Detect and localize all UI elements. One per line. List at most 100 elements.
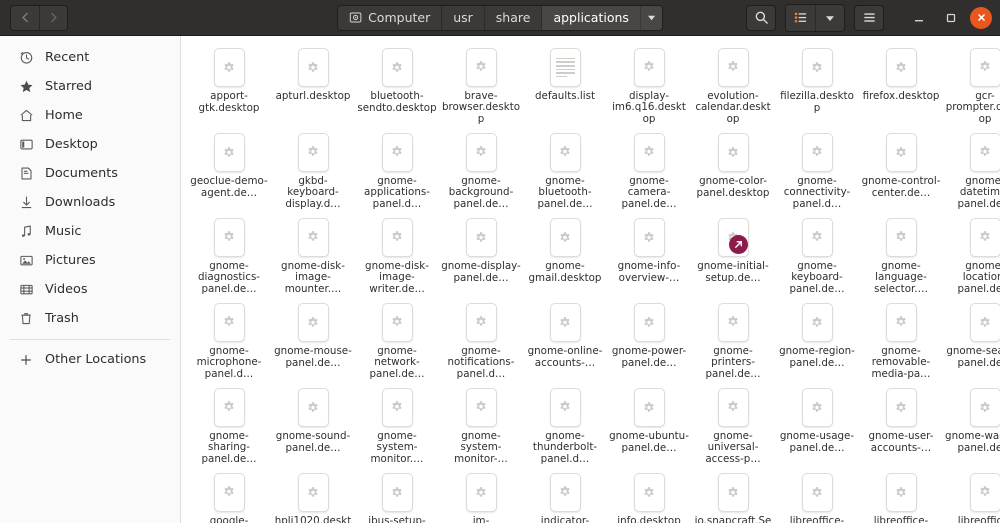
back-button[interactable] [11, 5, 39, 30]
file-item[interactable]: firefox.desktop [859, 42, 943, 127]
file-item[interactable]: gnome-datetime-panel.de… [943, 127, 1000, 212]
file-item[interactable]: gnome-language-selector.… [859, 212, 943, 297]
search-button[interactable] [746, 4, 776, 31]
minimize-button[interactable] [906, 5, 932, 31]
plus-icon [18, 352, 34, 368]
file-item[interactable]: gnome-ubuntu-panel.de… [607, 382, 691, 467]
file-thumbnail [969, 218, 1000, 257]
close-button[interactable] [970, 6, 992, 29]
sidebar-item-pictures[interactable]: Pictures [4, 246, 176, 275]
file-item[interactable]: apturl.desktop [271, 42, 355, 127]
sidebar-item-videos[interactable]: Videos [4, 275, 176, 304]
file-item[interactable]: gnome-disk-image-mounter.… [271, 212, 355, 297]
file-card [717, 218, 749, 257]
file-item[interactable]: evolution-calendar.desktop [691, 42, 775, 127]
file-card [549, 48, 581, 87]
file-item[interactable]: gnome-location-panel.de… [943, 212, 1000, 297]
file-item[interactable]: libreoffice-draw.desktop [859, 467, 943, 523]
file-item[interactable]: gnome-sound-panel.de… [271, 382, 355, 467]
file-card [969, 48, 1000, 87]
file-item[interactable]: gnome-universal-access-p… [691, 382, 775, 467]
file-item[interactable]: google-chrome-beta.des… [187, 467, 271, 523]
sidebar-item-music[interactable]: Music [4, 217, 176, 246]
file-item[interactable]: gnome-display-panel.de… [439, 212, 523, 297]
file-item[interactable]: gnome-keyboard-panel.de… [775, 212, 859, 297]
file-item[interactable]: gnome-thunderbolt-panel.d… [523, 382, 607, 467]
file-item[interactable]: im-config.desktop [439, 467, 523, 523]
file-item[interactable]: gnome-microphone-panel.d… [187, 297, 271, 382]
file-item[interactable]: gnome-applications-panel.d… [355, 127, 439, 212]
gear-icon [980, 401, 990, 412]
breadcrumb-dropdown-button[interactable] [639, 5, 662, 30]
file-item[interactable]: gnome-usage-panel.de… [775, 382, 859, 467]
sidebar-item-home[interactable]: Home [4, 101, 176, 130]
file-item[interactable]: brave-browser.desktop [439, 42, 523, 127]
sidebar-item-desktop[interactable]: Desktop [4, 130, 176, 159]
file-item[interactable]: bluetooth-sendto.desktop [355, 42, 439, 127]
file-item[interactable]: libreoffice-calc.desktop [775, 467, 859, 523]
sidebar-item-trash[interactable]: Trash [4, 304, 176, 333]
file-item[interactable]: gnome-connectivity-panel.d… [775, 127, 859, 212]
maximize-button[interactable] [938, 5, 964, 31]
file-card [885, 473, 917, 512]
file-item[interactable]: indicator-stickynotes.desktop [523, 467, 607, 523]
sidebar-item-downloads[interactable]: Downloads [4, 188, 176, 217]
file-item[interactable]: gkbd-keyboard-display.d… [271, 127, 355, 212]
file-item[interactable]: gnome-initial-setup.de… [691, 212, 775, 297]
view-dropdown-button[interactable] [815, 4, 844, 31]
file-item[interactable]: ibus-setup-table.desktop [355, 467, 439, 523]
file-item[interactable]: filezilla.desktop [775, 42, 859, 127]
file-item[interactable]: info.desktop [607, 467, 691, 523]
file-item[interactable]: gnome-printers-panel.de… [691, 297, 775, 382]
file-label: gnome-info-overview-… [617, 261, 681, 284]
file-item[interactable]: gnome-system-monitor-… [439, 382, 523, 467]
file-item[interactable]: io.snapcraft.SessionA… [691, 467, 775, 523]
file-item[interactable]: gnome-background-panel.de… [439, 127, 523, 212]
file-item[interactable]: gnome-user-accounts-… [859, 382, 943, 467]
file-item[interactable]: gnome-system-monitor.… [355, 382, 439, 467]
file-item[interactable]: gnome-disk-image-writer.de… [355, 212, 439, 297]
file-item[interactable]: gnome-region-panel.de… [775, 297, 859, 382]
breadcrumb-item-share[interactable]: share [483, 5, 542, 30]
forward-button[interactable] [39, 5, 67, 30]
file-item[interactable]: gnome-network-panel.de… [355, 297, 439, 382]
file-item[interactable]: gnome-gmail.desktop [523, 212, 607, 297]
file-item[interactable]: gnome-mouse-panel.de… [271, 297, 355, 382]
sidebar-item-other-locations[interactable]: Other Locations [4, 345, 176, 374]
file-item[interactable]: gnome-removable-media-pa… [859, 297, 943, 382]
view-list-button[interactable] [786, 4, 815, 31]
breadcrumb-item-usr[interactable]: usr [441, 5, 484, 30]
file-card [885, 48, 917, 87]
file-item[interactable]: gnome-online-accounts-… [523, 297, 607, 382]
file-item[interactable]: apport-gtk.desktop [187, 42, 271, 127]
file-item[interactable]: gnome-color-panel.desktop [691, 127, 775, 212]
file-view[interactable]: apport-gtk.desktop apturl.desktop bluetoot… [181, 36, 1000, 523]
sidebar-label-home: Home [45, 108, 83, 123]
file-item[interactable]: display-im6.q16.desktop [607, 42, 691, 127]
file-item[interactable]: hplj1020.desktop [271, 467, 355, 523]
breadcrumb-item-computer[interactable]: Computer [338, 5, 442, 30]
file-item[interactable]: gnome-notifications-panel.d… [439, 297, 523, 382]
file-item[interactable]: defaults.list [523, 42, 607, 127]
breadcrumb-item-applications[interactable]: applications [541, 5, 640, 30]
file-item[interactable]: gnome-camera-panel.de… [607, 127, 691, 212]
file-label: gnome-notifications-panel.d… [447, 345, 515, 380]
file-item[interactable]: gnome-sharing-panel.de… [187, 382, 271, 467]
file-item[interactable]: gnome-search-panel.de… [943, 297, 1000, 382]
file-item[interactable]: gnome-info-overview-… [607, 212, 691, 297]
sidebar-item-recent[interactable]: Recent [4, 43, 176, 72]
file-label: gnome-wacom-panel.de… [945, 431, 1000, 454]
file-item[interactable]: gnome-bluetooth-panel.de… [523, 127, 607, 212]
file-item[interactable]: gcr-prompter.desktop [943, 42, 1000, 127]
file-item[interactable]: gnome-power-panel.de… [607, 297, 691, 382]
file-item[interactable]: gnome-diagnostics-panel.de… [187, 212, 271, 297]
sidebar-item-starred[interactable]: Starred [4, 72, 176, 101]
file-item[interactable]: geoclue-demo-agent.de… [187, 127, 271, 212]
file-label: io.snapcraft.SessionA… [694, 516, 772, 523]
file-item[interactable]: libreoffice-impress.desktop [943, 467, 1000, 523]
file-item[interactable]: gnome-control-center.de… [859, 127, 943, 212]
sidebar-item-documents[interactable]: Documents [4, 159, 176, 188]
file-thumbnail [633, 303, 665, 342]
menu-button[interactable] [854, 4, 884, 31]
file-item[interactable]: gnome-wacom-panel.de… [943, 382, 1000, 467]
